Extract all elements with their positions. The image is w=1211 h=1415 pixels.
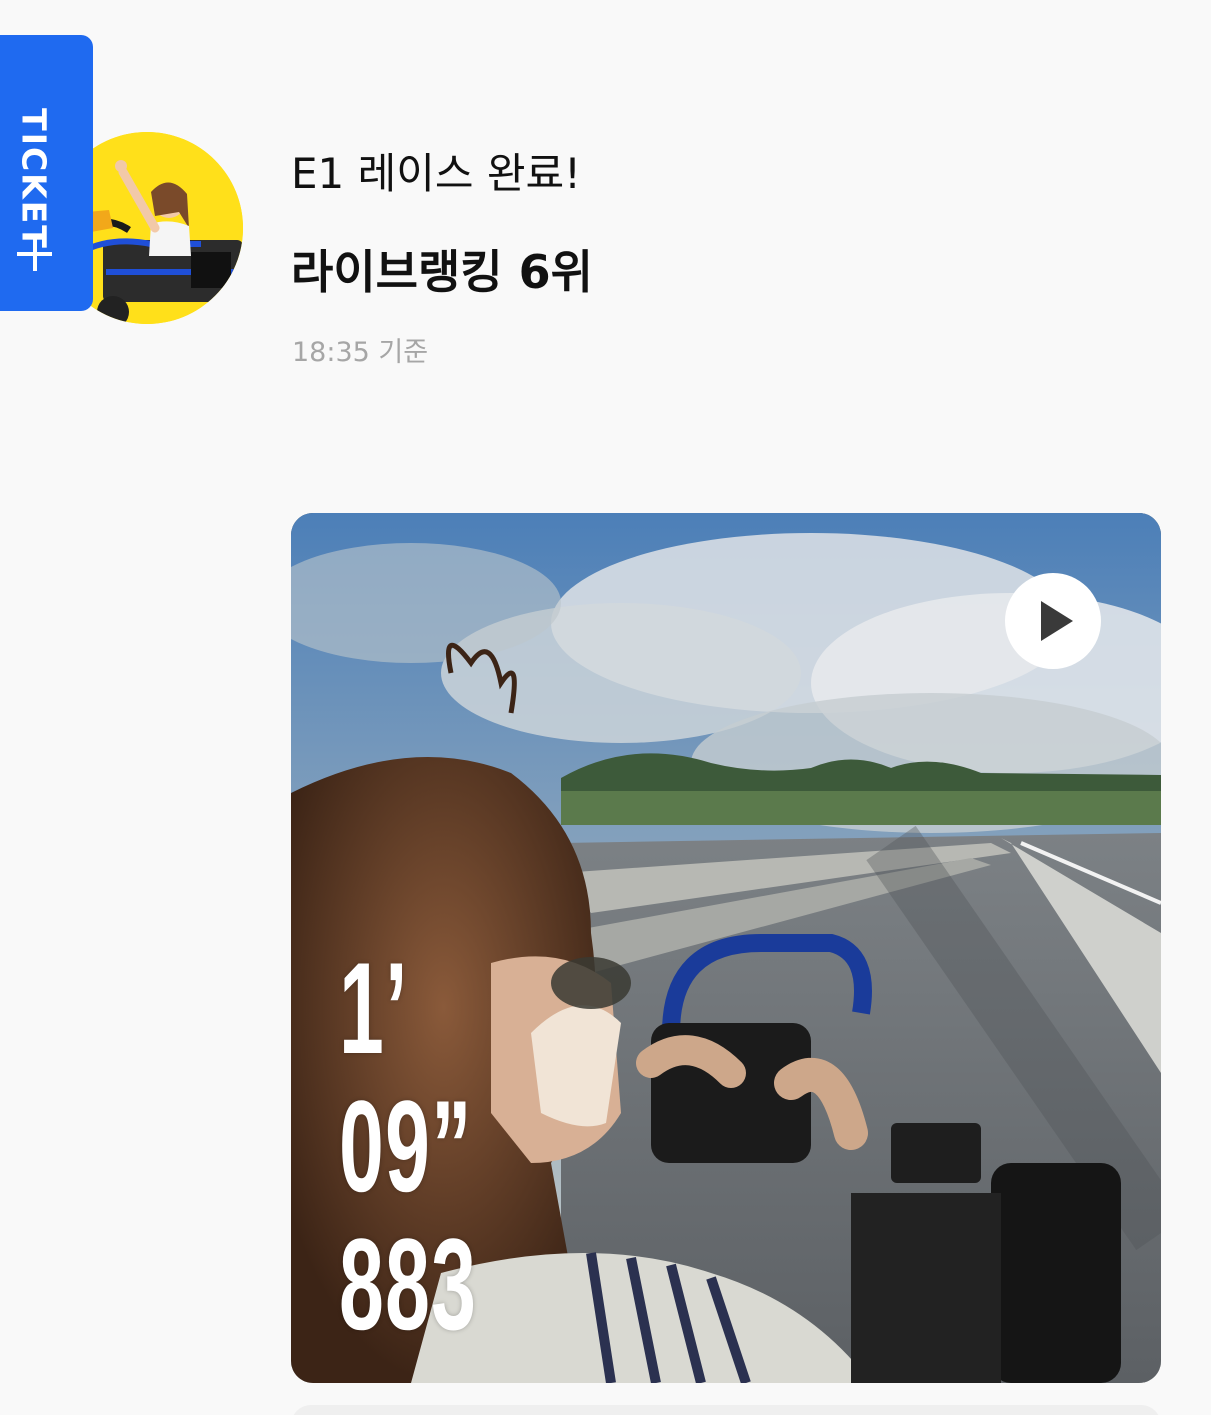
lap-time-minutes: 1’ xyxy=(339,935,409,1081)
ticket-label: TICKET xyxy=(14,108,54,250)
play-icon xyxy=(1041,601,1073,641)
plus-icon xyxy=(17,236,52,271)
play-button[interactable] xyxy=(1005,573,1101,669)
race-result-page: TICKET E1 레이스 완료! 라이브랭킹 6위 18:35 기준 1’ 0… xyxy=(0,0,1211,1415)
race-complete-title: E1 레이스 완료! xyxy=(291,149,581,198)
live-ranking: 라이브랭킹 6위 xyxy=(291,245,593,299)
next-card-edge xyxy=(291,1405,1161,1415)
lap-time-seconds: 09” xyxy=(339,1073,473,1219)
race-video-card[interactable]: 1’ 09” 883 xyxy=(291,513,1161,1383)
lap-time-milliseconds: 883 xyxy=(339,1211,478,1357)
ticket-add-tab[interactable]: TICKET xyxy=(0,35,93,311)
ranking-timestamp: 18:35 기준 xyxy=(292,337,429,368)
